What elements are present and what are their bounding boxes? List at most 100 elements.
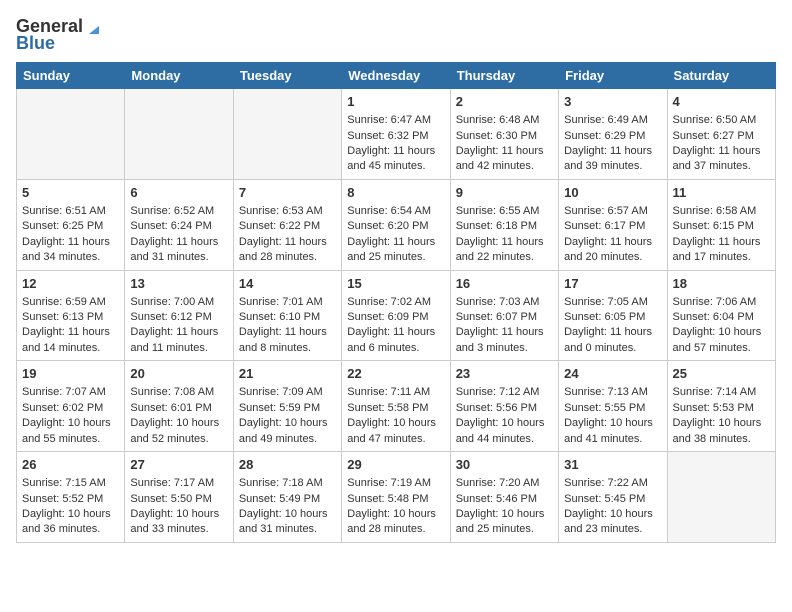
day-number: 28 bbox=[239, 456, 336, 474]
sunset-info: Sunset: 5:59 PM bbox=[239, 401, 336, 416]
day-number: 12 bbox=[22, 275, 119, 293]
calendar-cell: 31 Sunrise: 7:22 AMSunset: 5:45 PMDayligh… bbox=[559, 452, 667, 543]
calendar-cell: 16Sunrise: 7:03 AMSunset: 6:07 PMDayligh… bbox=[450, 270, 558, 361]
daylight-info: Daylight: 10 hours and 55 minutes. bbox=[22, 416, 119, 447]
sunset-info: Sunset: 6:25 PM bbox=[22, 219, 119, 234]
weekday-header-cell: Tuesday bbox=[233, 63, 341, 89]
day-number: 3 bbox=[564, 93, 661, 111]
daylight-info: Daylight: 10 hours and 47 minutes. bbox=[347, 416, 444, 447]
daylight-info: Daylight: 11 hours and 34 minutes. bbox=[22, 235, 119, 266]
sunset-info: Sunset: 5:56 PM bbox=[456, 401, 553, 416]
day-number: 25 bbox=[673, 365, 770, 383]
calendar-cell: 6Sunrise: 6:52 AMSunset: 6:24 PMDaylight… bbox=[125, 179, 233, 270]
sunset-info: Sunset: 5:49 PM bbox=[239, 492, 336, 507]
sunrise-info: Sunrise: 7:13 AM bbox=[564, 385, 661, 400]
sunrise-info: Sunrise: 7:14 AM bbox=[673, 385, 770, 400]
day-number: 13 bbox=[130, 275, 227, 293]
day-number: 26 bbox=[22, 456, 119, 474]
calendar-cell bbox=[17, 89, 125, 180]
daylight-info: Daylight: 11 hours and 42 minutes. bbox=[456, 144, 553, 175]
day-number: 7 bbox=[239, 184, 336, 202]
day-number: 18 bbox=[673, 275, 770, 293]
sunrise-info: Sunrise: 6:49 AM bbox=[564, 113, 661, 128]
calendar-cell: 30Sunrise: 7:20 AMSunset: 5:46 PMDayligh… bbox=[450, 452, 558, 543]
sunset-info: Sunset: 6:32 PM bbox=[347, 129, 444, 144]
sunrise-info: Sunrise: 7:07 AM bbox=[22, 385, 119, 400]
sunrise-info: Sunrise: 6:59 AM bbox=[22, 295, 119, 310]
sunset-info: Sunset: 6:04 PM bbox=[673, 310, 770, 325]
daylight-info: Daylight: 10 hours and 28 minutes. bbox=[347, 507, 444, 538]
daylight-info: Daylight: 11 hours and 8 minutes. bbox=[239, 325, 336, 356]
calendar-cell bbox=[667, 452, 775, 543]
calendar-cell: 22Sunrise: 7:11 AMSunset: 5:58 PMDayligh… bbox=[342, 361, 450, 452]
sunrise-info: Sunrise: 7:06 AM bbox=[673, 295, 770, 310]
day-number: 4 bbox=[673, 93, 770, 111]
day-number: 30 bbox=[456, 456, 553, 474]
sunset-info: Sunset: 6:17 PM bbox=[564, 219, 661, 234]
sunset-info: Sunset: 6:13 PM bbox=[22, 310, 119, 325]
daylight-info: Daylight: 11 hours and 25 minutes. bbox=[347, 235, 444, 266]
sunrise-info: Sunrise: 7:15 AM bbox=[22, 476, 119, 491]
daylight-info: Daylight: 10 hours and 36 minutes. bbox=[22, 507, 119, 538]
day-number: 21 bbox=[239, 365, 336, 383]
daylight-info: Daylight: 11 hours and 11 minutes. bbox=[130, 325, 227, 356]
daylight-info: Daylight: 11 hours and 31 minutes. bbox=[130, 235, 227, 266]
calendar-cell: 19 Sunrise: 7:07 AMSunset: 6:02 PMDayligh… bbox=[17, 361, 125, 452]
day-number: 20 bbox=[130, 365, 227, 383]
weekday-header-cell: Saturday bbox=[667, 63, 775, 89]
day-number: 31 bbox=[564, 456, 661, 474]
sunset-info: Sunset: 6:30 PM bbox=[456, 129, 553, 144]
daylight-info: Daylight: 10 hours and 25 minutes. bbox=[456, 507, 553, 538]
sunset-info: Sunset: 6:15 PM bbox=[673, 219, 770, 234]
daylight-info: Daylight: 11 hours and 6 minutes. bbox=[347, 325, 444, 356]
day-number: 14 bbox=[239, 275, 336, 293]
sunset-info: Sunset: 6:27 PM bbox=[673, 129, 770, 144]
sunrise-info: Sunrise: 7:00 AM bbox=[130, 295, 227, 310]
calendar-cell: 15Sunrise: 7:02 AMSunset: 6:09 PMDayligh… bbox=[342, 270, 450, 361]
calendar-week-row: 5Sunrise: 6:51 AMSunset: 6:25 PMDaylight… bbox=[17, 179, 776, 270]
sunset-info: Sunset: 5:50 PM bbox=[130, 492, 227, 507]
sunrise-info: Sunrise: 7:19 AM bbox=[347, 476, 444, 491]
calendar-week-row: 19Sunrise: 7:07 AMSunset: 6:02 PMDayligh… bbox=[17, 361, 776, 452]
page-header: General Blue bbox=[16, 16, 776, 54]
sunrise-info: Sunrise: 7:01 AM bbox=[239, 295, 336, 310]
daylight-info: Daylight: 10 hours and 23 minutes. bbox=[564, 507, 661, 538]
sunset-info: Sunset: 6:10 PM bbox=[239, 310, 336, 325]
weekday-header: SundayMondayTuesdayWednesdayThursdayFrid… bbox=[17, 63, 776, 89]
sunrise-info: Sunrise: 7:05 AM bbox=[564, 295, 661, 310]
calendar-week-row: 12 Sunrise: 6:59 AMSunset: 6:13 PM Dayligh… bbox=[17, 270, 776, 361]
day-number: 15 bbox=[347, 275, 444, 293]
daylight-info: Daylight: 10 hours and 57 minutes. bbox=[673, 325, 770, 356]
daylight-info: Daylight: 10 hours and 31 minutes. bbox=[239, 507, 336, 538]
daylight-info: Daylight: 10 hours and 33 minutes. bbox=[130, 507, 227, 538]
sunrise-info: Sunrise: 6:48 AM bbox=[456, 113, 553, 128]
daylight-info: Daylight: 10 hours and 52 minutes. bbox=[130, 416, 227, 447]
day-number: 9 bbox=[456, 184, 553, 202]
calendar-cell: 9Sunrise: 6:55 AMSunset: 6:18 PMDaylight… bbox=[450, 179, 558, 270]
daylight-info: Daylight: 11 hours and 28 minutes. bbox=[239, 235, 336, 266]
sunrise-info: Sunrise: 7:22 AM bbox=[564, 476, 661, 491]
calendar-cell: 12Sunrise: 6:59 AMSunset: 6:13 PMDayligh… bbox=[17, 270, 125, 361]
daylight-info: Daylight: 10 hours and 49 minutes. bbox=[239, 416, 336, 447]
calendar-cell: 29Sunrise: 7:19 AMSunset: 5:48 PMDayligh… bbox=[342, 452, 450, 543]
day-number: 6 bbox=[130, 184, 227, 202]
logo: General Blue bbox=[16, 16, 105, 54]
calendar-cell: 11Sunrise: 6:58 AMSunset: 6:15 PMDayligh… bbox=[667, 179, 775, 270]
weekday-header-cell: Wednesday bbox=[342, 63, 450, 89]
calendar: SundayMondayTuesdayWednesdayThursdayFrid… bbox=[16, 62, 776, 543]
sunrise-info: Sunrise: 7:02 AM bbox=[347, 295, 444, 310]
sunset-info: Sunset: 6:02 PM bbox=[22, 401, 119, 416]
calendar-cell: 17Sunrise: 7:05 AMSunset: 6:05 PMDayligh… bbox=[559, 270, 667, 361]
calendar-cell: 14 Sunrise: 7:01 AMSunset: 6:10 PMDayligh… bbox=[233, 270, 341, 361]
day-number: 2 bbox=[456, 93, 553, 111]
daylight-info: Daylight: 11 hours and 37 minutes. bbox=[673, 144, 770, 175]
sunrise-info: Sunrise: 7:18 AM bbox=[239, 476, 336, 491]
day-number: 19 bbox=[22, 365, 119, 383]
sunset-info: Sunset: 5:45 PM bbox=[564, 492, 661, 507]
daylight-info: Daylight: 11 hours and 20 minutes. bbox=[564, 235, 661, 266]
sunset-info: Sunset: 6:29 PM bbox=[564, 129, 661, 144]
daylight-info: Daylight: 11 hours and 0 minutes. bbox=[564, 325, 661, 356]
calendar-cell bbox=[125, 89, 233, 180]
calendar-week-row: 1Sunrise: 6:47 AMSunset: 6:32 PMDaylight… bbox=[17, 89, 776, 180]
sunrise-info: Sunrise: 7:09 AM bbox=[239, 385, 336, 400]
